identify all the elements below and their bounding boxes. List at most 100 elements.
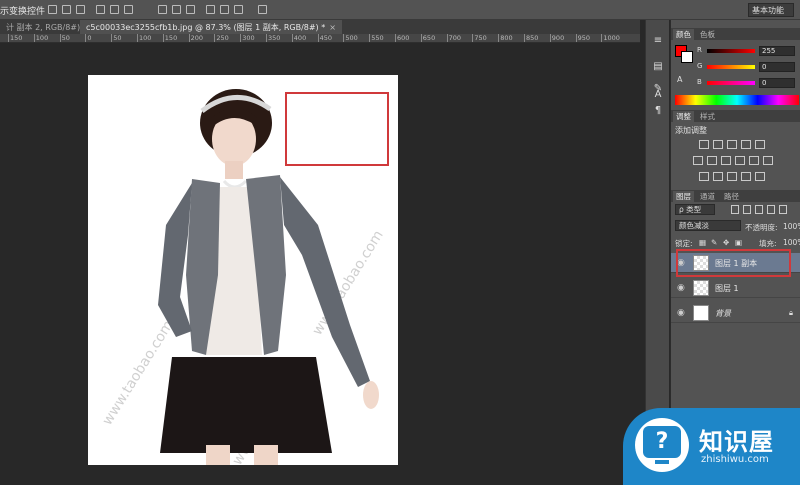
monitor-stand-icon bbox=[655, 460, 669, 464]
channel-r-value[interactable]: 255 bbox=[759, 46, 795, 56]
lock-all-icon[interactable]: ▣ bbox=[735, 238, 742, 247]
gradient-map-icon[interactable] bbox=[741, 172, 751, 181]
lock-position-icon[interactable]: ✥ bbox=[723, 238, 729, 247]
distribute-top-icon[interactable] bbox=[158, 5, 167, 14]
distribute-vcenter-icon[interactable] bbox=[172, 5, 181, 14]
color-lookup-icon[interactable] bbox=[763, 156, 773, 165]
tab-styles[interactable]: 样式 bbox=[697, 111, 718, 122]
filter-smart-icon[interactable] bbox=[779, 205, 787, 214]
ruler-tick: 550 bbox=[369, 34, 384, 42]
channel-mixer-icon[interactable] bbox=[749, 156, 759, 165]
layer-thumbnail bbox=[693, 305, 709, 321]
align-left-icon[interactable] bbox=[96, 5, 105, 14]
distribute-hcenter-icon[interactable] bbox=[220, 5, 229, 14]
tab-adjustments[interactable]: 调整 bbox=[673, 111, 694, 122]
warning-icon: A bbox=[677, 75, 683, 84]
black-white-icon[interactable] bbox=[721, 156, 731, 165]
distribute-left-icon[interactable] bbox=[206, 5, 215, 14]
tab-swatches[interactable]: 色板 bbox=[697, 29, 718, 40]
properties-icon[interactable]: ▤ bbox=[651, 60, 665, 73]
layer-filter-select[interactable]: ρ 类型 bbox=[675, 204, 715, 215]
align-top-icon[interactable] bbox=[48, 5, 57, 14]
canvas-area[interactable]: www.taobao.com www.taobao.com www.taobao… bbox=[0, 43, 640, 485]
distribute-right-icon[interactable] bbox=[234, 5, 243, 14]
auto-align-icon[interactable] bbox=[258, 5, 267, 14]
selection-marquee[interactable] bbox=[285, 92, 389, 166]
tab-channels[interactable]: 通道 bbox=[697, 191, 718, 202]
color-panel-tabs: 颜色 色板 bbox=[671, 28, 800, 40]
show-transform-checkbox-label[interactable]: 示变换控件 bbox=[0, 4, 45, 17]
channel-g-value[interactable]: 0 bbox=[759, 62, 795, 72]
posterize-icon[interactable] bbox=[713, 172, 723, 181]
tab-layers[interactable]: 图层 bbox=[673, 191, 694, 202]
lock-transparent-icon[interactable]: ▦ bbox=[699, 238, 706, 247]
color-spectrum-bar[interactable] bbox=[675, 95, 799, 105]
filter-shape-icon[interactable] bbox=[767, 205, 775, 214]
photoshop-window: 示变换控件 基本功能 计 副本 2, RGB/8#) * × c5c00033ec… bbox=[0, 0, 800, 485]
filter-pixel-icon[interactable] bbox=[731, 205, 739, 214]
background-color-swatch[interactable] bbox=[681, 51, 693, 63]
history-icon[interactable]: ≡ bbox=[651, 34, 665, 47]
tab-paths[interactable]: 路径 bbox=[721, 191, 742, 202]
invert-icon[interactable] bbox=[699, 172, 709, 181]
tab-label: 计 副本 2, RGB/8#) * bbox=[6, 23, 87, 32]
filter-adjustment-icon[interactable] bbox=[743, 205, 751, 214]
tab-color[interactable]: 颜色 bbox=[673, 29, 694, 40]
paragraph-icon[interactable]: ¶ bbox=[651, 104, 665, 117]
distribute-bottom-icon[interactable] bbox=[186, 5, 195, 14]
layer-name[interactable]: 背景 bbox=[715, 308, 731, 319]
workspace-select[interactable]: 基本功能 bbox=[748, 3, 794, 17]
align-bottom-icon[interactable] bbox=[76, 5, 85, 14]
eye-icon[interactable]: ◉ bbox=[677, 308, 685, 318]
lock-pixels-icon[interactable]: ✎ bbox=[711, 238, 717, 247]
ruler-tick: 350 bbox=[265, 34, 281, 42]
channel-g-slider[interactable] bbox=[707, 65, 755, 69]
filter-type-icon[interactable] bbox=[755, 205, 763, 214]
character-icon[interactable]: A bbox=[651, 88, 665, 101]
threshold-icon[interactable] bbox=[727, 172, 737, 181]
color-balance-icon[interactable] bbox=[707, 156, 717, 165]
selective-color-icon[interactable] bbox=[755, 172, 765, 181]
question-icon: ? bbox=[643, 426, 681, 458]
layer-thumbnail bbox=[693, 280, 709, 296]
layer-row[interactable]: ◉ 背景 🔒︎ bbox=[671, 303, 800, 323]
photo-filter-icon[interactable] bbox=[735, 156, 745, 165]
align-vcenter-icon[interactable] bbox=[62, 5, 71, 14]
ruler-tick: 100 bbox=[33, 34, 49, 42]
hue-saturation-icon[interactable] bbox=[693, 156, 703, 165]
adjustments-panel-tabs: 调整 样式 bbox=[671, 110, 800, 122]
document-tabs: 计 副本 2, RGB/8#) * × c5c00033ec3255cfb1b.j… bbox=[0, 20, 640, 34]
tab-document-2[interactable]: c5c00033ec3255cfb1b.jpg @ 87.3% (图层 1 副本… bbox=[80, 20, 342, 34]
ruler-tick: 250 bbox=[214, 34, 229, 42]
exposure-icon[interactable] bbox=[741, 140, 751, 149]
opacity-value[interactable]: 100% bbox=[783, 222, 800, 231]
ruler-tick: 850 bbox=[523, 34, 539, 42]
channel-r-slider[interactable] bbox=[707, 49, 755, 53]
ruler-tick: 200 bbox=[188, 34, 204, 42]
brightness-icon[interactable] bbox=[699, 140, 709, 149]
vibrance-icon[interactable] bbox=[755, 140, 765, 149]
ruler-tick: 50 bbox=[59, 34, 70, 42]
document-canvas[interactable]: www.taobao.com www.taobao.com www.taobao… bbox=[88, 75, 398, 465]
channel-b-value[interactable]: 0 bbox=[759, 78, 795, 88]
adjustments-title: 添加调整 bbox=[675, 126, 707, 135]
align-right-icon[interactable] bbox=[124, 5, 133, 14]
site-logo: ? 知识屋 zhishiwu.com bbox=[623, 408, 800, 485]
blend-mode-select[interactable]: 颜色减淡 bbox=[675, 220, 741, 231]
ruler-tick: 400 bbox=[291, 34, 307, 42]
levels-icon[interactable] bbox=[713, 140, 723, 149]
tab-label: c5c00033ec3255cfb1b.jpg @ 87.3% (图层 1 副本… bbox=[86, 23, 326, 32]
align-hcenter-icon[interactable] bbox=[110, 5, 119, 14]
layer-row[interactable]: ◉ 图层 1 bbox=[671, 278, 800, 298]
logo-domain: zhishiwu.com bbox=[701, 454, 769, 465]
curves-icon[interactable] bbox=[727, 140, 737, 149]
ruler-tick: 650 bbox=[420, 34, 436, 42]
fill-value[interactable]: 100% bbox=[783, 238, 800, 247]
ruler-tick: 150 bbox=[7, 34, 23, 42]
eye-icon[interactable]: ◉ bbox=[677, 283, 685, 293]
close-icon[interactable]: × bbox=[329, 23, 336, 32]
ruler-tick: 900 bbox=[549, 34, 565, 42]
layer-name[interactable]: 图层 1 bbox=[715, 283, 739, 294]
lock-label: 锁定: bbox=[675, 239, 693, 248]
channel-b-slider[interactable] bbox=[707, 81, 755, 85]
